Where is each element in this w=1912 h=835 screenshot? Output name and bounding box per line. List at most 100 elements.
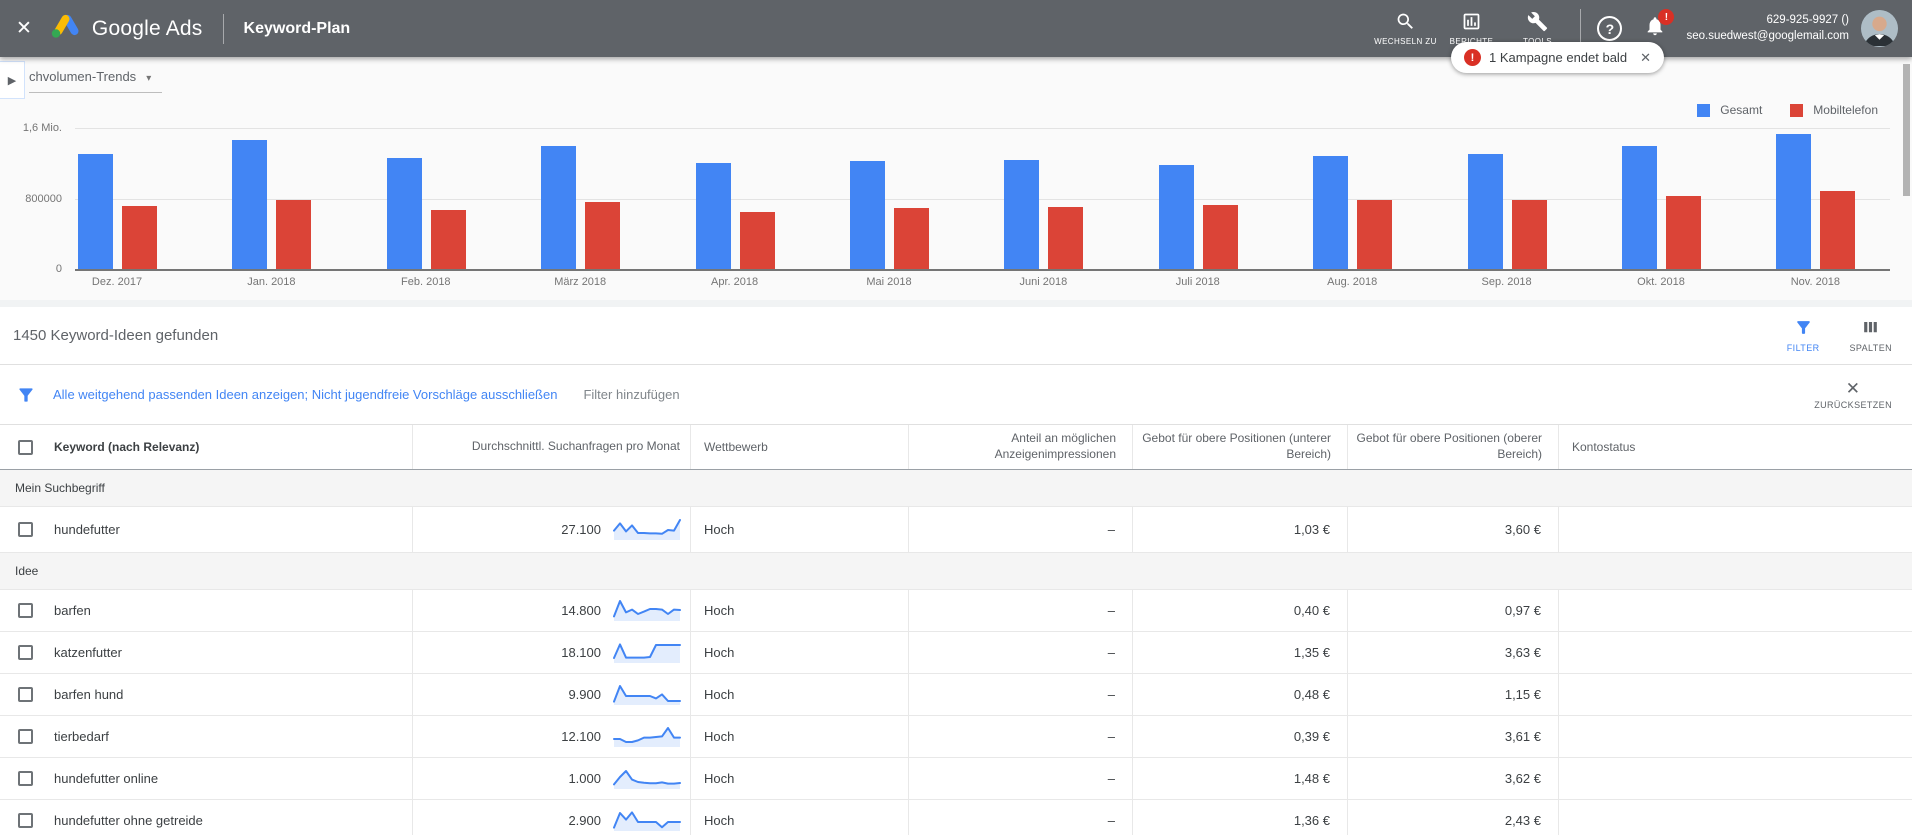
bar-mobiltelefon (276, 200, 312, 269)
toast-close-icon[interactable]: ✕ (1640, 50, 1651, 66)
row-checkbox[interactable] (18, 813, 33, 828)
impression-share-cell: – (908, 716, 1132, 757)
x-axis-label: Okt. 2018 (1637, 276, 1685, 288)
help-button[interactable]: ? (1597, 16, 1623, 41)
row-checkbox[interactable] (18, 729, 33, 744)
table-row: hundefutter online 1.000 Hoch – 1,48 € 3… (0, 758, 1912, 800)
keyword-cell: barfen hund (0, 674, 412, 715)
avg-searches-value: 14.800 (561, 603, 601, 618)
row-checkbox[interactable] (18, 522, 33, 537)
avg-searches-cell: 1.000 (412, 758, 690, 799)
vertical-scrollbar[interactable] (1903, 64, 1910, 196)
trend-sparkline (612, 638, 682, 667)
impression-share-cell: – (908, 758, 1132, 799)
bar-gesamt (1622, 145, 1657, 269)
table-row: barfen 14.800 Hoch – 0,40 € 0,97 € (0, 590, 1912, 632)
keyword-text: barfen (54, 603, 91, 618)
add-filter-button[interactable]: Filter hinzufügen (583, 387, 679, 402)
table-section-row: Mein Suchbegriff (0, 470, 1912, 507)
table-header: Keyword (nach Relevanz) Durchschnittl. S… (0, 425, 1912, 470)
bar-gesamt (850, 160, 885, 269)
top-bid-low-cell: 0,39 € (1132, 716, 1347, 757)
bar-gesamt (1158, 165, 1194, 269)
impression-share-cell: – (908, 590, 1132, 631)
competition-cell: Hoch (690, 590, 908, 631)
trend-sparkline (612, 680, 682, 709)
close-icon[interactable]: ✕ (0, 17, 50, 40)
competition-cell: Hoch (690, 507, 908, 552)
row-checkbox[interactable] (18, 645, 33, 660)
results-tools: FILTER SPALTEN (1787, 318, 1892, 353)
column-header: Gebot für obere Positionen (unterer Bere… (1132, 425, 1347, 469)
row-checkbox[interactable] (18, 603, 33, 618)
switch-to-button[interactable]: WECHSELN ZU (1372, 11, 1438, 46)
search-icon (1395, 11, 1416, 32)
top-bid-low-cell: 1,36 € (1132, 800, 1347, 835)
columns-button[interactable]: SPALTEN (1850, 318, 1892, 353)
account-info[interactable]: 629-925-9927 () seo.suedwest@googlemail.… (1686, 13, 1849, 44)
bar-mobiltelefon (1357, 200, 1393, 269)
trend-sparkline (612, 764, 682, 793)
bell-icon (1644, 17, 1666, 41)
avg-searches-cell: 12.100 (412, 716, 690, 757)
avg-searches-value: 27.100 (561, 522, 601, 537)
wrench-icon (1527, 11, 1548, 32)
top-bid-high-cell: 0,97 € (1347, 590, 1558, 631)
competition-cell: Hoch (690, 800, 908, 835)
campaign-toast[interactable]: ! 1 Kampagne endet bald ✕ (1451, 42, 1664, 73)
tools-button[interactable]: TOOLS (1504, 11, 1570, 46)
trend-sparkline (612, 596, 682, 625)
x-axis-label: Aug. 2018 (1327, 276, 1378, 288)
results-count: 1450 Keyword-Ideen gefunden (13, 327, 219, 344)
account-status-cell (1558, 674, 1912, 715)
gridline (75, 128, 1890, 129)
competition-cell: Hoch (690, 758, 908, 799)
keyword-text: hundefutter (54, 522, 120, 537)
top-bid-low-cell: 1,48 € (1132, 758, 1347, 799)
reset-close-icon: ✕ (1845, 378, 1861, 398)
trend-sparkline (612, 806, 682, 835)
account-status-cell (1558, 632, 1912, 673)
notifications-button[interactable]: ! (1644, 9, 1675, 42)
row-checkbox[interactable] (18, 771, 33, 786)
competition-cell: Hoch (690, 632, 908, 673)
top-bid-low-cell: 1,35 € (1132, 632, 1347, 673)
bar-chart-icon (1461, 11, 1482, 32)
alert-icon: ! (1464, 49, 1481, 66)
switch-to-label: WECHSELN ZU (1374, 37, 1437, 46)
y-axis-tick: 800000 (25, 192, 62, 205)
row-checkbox[interactable] (18, 687, 33, 702)
avg-searches-value: 1.000 (568, 771, 601, 786)
keyword-text: hundefutter ohne getreide (54, 813, 203, 828)
x-axis-label: Sep. 2018 (1481, 276, 1532, 288)
y-axis-tick: 0 (55, 263, 62, 275)
column-header: Anteil an möglichen Anzeigenimpressionen (908, 425, 1132, 469)
applied-filters-link[interactable]: Alle weitgehend passenden Ideen anzeigen… (53, 387, 557, 402)
account-status-cell (1558, 800, 1912, 835)
bar-gesamt (386, 157, 422, 269)
top-bid-high-cell: 3,60 € (1347, 507, 1558, 552)
reset-label: ZURÜCKSETZEN (1814, 399, 1892, 410)
trend-sparkline (612, 722, 682, 751)
bar-mobiltelefon (1048, 207, 1084, 269)
bar-mobiltelefon (1511, 200, 1547, 269)
notification-badge: ! (1658, 9, 1675, 25)
bar-mobiltelefon (894, 208, 929, 269)
table-row: katzenfutter 18.100 Hoch – 1,35 € 3,63 € (0, 632, 1912, 674)
y-axis-tick: 1,6 Mio. (22, 122, 62, 134)
bar-mobiltelefon (585, 202, 621, 269)
avg-searches-value: 2.900 (568, 813, 601, 828)
avatar[interactable] (1861, 10, 1898, 47)
reset-button[interactable]: ✕ ZURÜCKSETZEN (1814, 380, 1892, 410)
keyword-text: hundefutter online (54, 771, 159, 786)
avg-searches-value: 18.100 (561, 645, 601, 660)
avg-searches-value: 9.900 (568, 687, 601, 702)
column-header: Durchschnittl. Suchanfragen pro Monat (412, 425, 690, 469)
select-all-checkbox[interactable] (18, 439, 33, 455)
google-ads-logo[interactable]: Google Ads (50, 12, 203, 45)
keyword-cell: tierbedarf (0, 716, 412, 757)
keyword-cell: hundefutter (0, 507, 412, 552)
reports-button[interactable]: BERICHTE (1438, 11, 1504, 46)
filter-button[interactable]: FILTER (1787, 318, 1820, 353)
x-axis-label: März 2018 (554, 276, 607, 288)
